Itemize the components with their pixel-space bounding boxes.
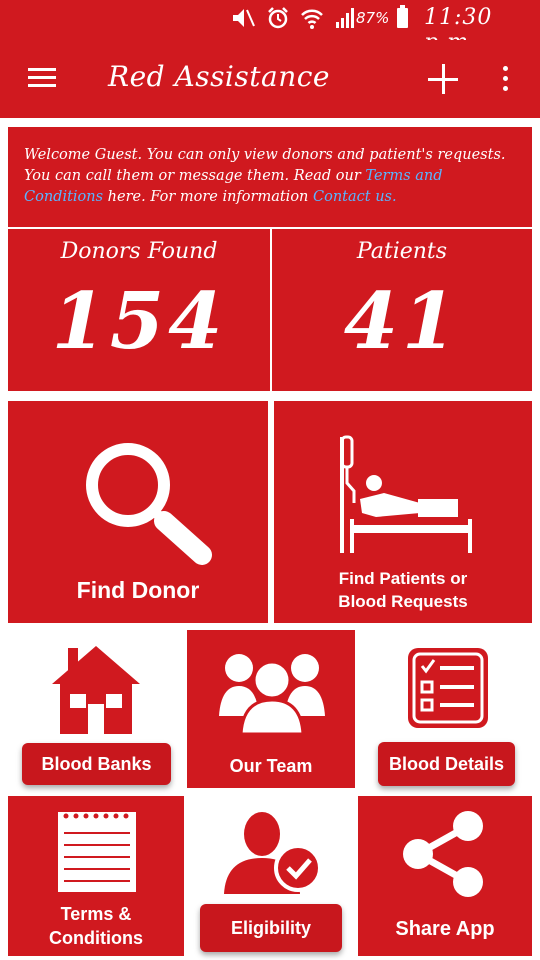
battery-percent: 87% [356, 9, 390, 27]
our-team-label: Our Team [229, 756, 313, 776]
donors-label: Donors Found [60, 239, 218, 264]
blood-details-button[interactable]: Blood Details [378, 742, 515, 786]
app-bar: Red Assistance [0, 40, 540, 118]
find-patients-line2: Blood Requests [338, 592, 468, 611]
house-icon [52, 646, 140, 734]
terms-line1: Terms & [60, 904, 132, 924]
mute-icon [233, 9, 255, 27]
more-vertical-icon[interactable] [500, 66, 510, 92]
user-check-icon [224, 812, 322, 894]
donors-count: 154 [51, 276, 227, 367]
share-app-label: Share App [395, 918, 495, 940]
eligibility-tile[interactable]: Eligibility [190, 796, 350, 956]
contact-link[interactable]: Contact us. [313, 189, 397, 205]
patients-count: 41 [343, 276, 461, 367]
donors-stat: Donors Found 154 [8, 229, 270, 391]
signal-icon [336, 8, 354, 28]
wifi-icon [301, 9, 323, 29]
blood-details-tile[interactable]: Blood Details [362, 630, 532, 790]
blood-banks-tile[interactable]: Blood Banks [8, 630, 180, 790]
share-app-tile[interactable]: Share App [358, 796, 532, 956]
eligibility-label: Eligibility [230, 917, 311, 938]
welcome-text-middle: here. For more information [103, 189, 314, 205]
alarm-icon [268, 7, 288, 29]
find-donor-label: Find Donor [76, 577, 200, 603]
find-patients-label: Find Patients or Blood Requests [274, 567, 532, 613]
notepad-icon [58, 812, 136, 892]
blood-banks-button[interactable]: Blood Banks [22, 743, 171, 785]
team-icon [219, 654, 325, 734]
menu-icon[interactable] [28, 68, 56, 88]
app-title: Red Assistance [108, 60, 330, 93]
status-icons [230, 6, 358, 30]
eligibility-button[interactable]: Eligibility [200, 904, 342, 952]
add-icon[interactable] [428, 64, 458, 94]
battery-icon [397, 5, 408, 28]
terms-tile[interactable]: Terms & Conditions [8, 796, 184, 956]
terms-line2: Conditions [49, 928, 143, 948]
our-team-tile[interactable]: Our Team [187, 630, 355, 788]
checklist-icon [408, 648, 488, 728]
magnifier-icon [86, 443, 212, 565]
welcome-notice: Welcome Guest. You can only view donors … [8, 127, 532, 227]
terms-label: Terms & Conditions [8, 902, 184, 950]
hospital-bed-icon [340, 435, 472, 553]
patients-stat: Patients 41 [272, 229, 532, 391]
find-patients-tile[interactable]: Find Patients or Blood Requests [274, 401, 532, 623]
blood-banks-label: Blood Banks [41, 753, 152, 774]
find-patients-line1: Find Patients or [338, 569, 468, 588]
status-bar: 87% 11:30 p.m. [0, 0, 540, 55]
blood-details-label: Blood Details [388, 753, 504, 774]
share-icon [403, 811, 483, 897]
patients-label: Patients [356, 239, 448, 264]
find-donor-tile[interactable]: Find Donor [8, 401, 268, 623]
